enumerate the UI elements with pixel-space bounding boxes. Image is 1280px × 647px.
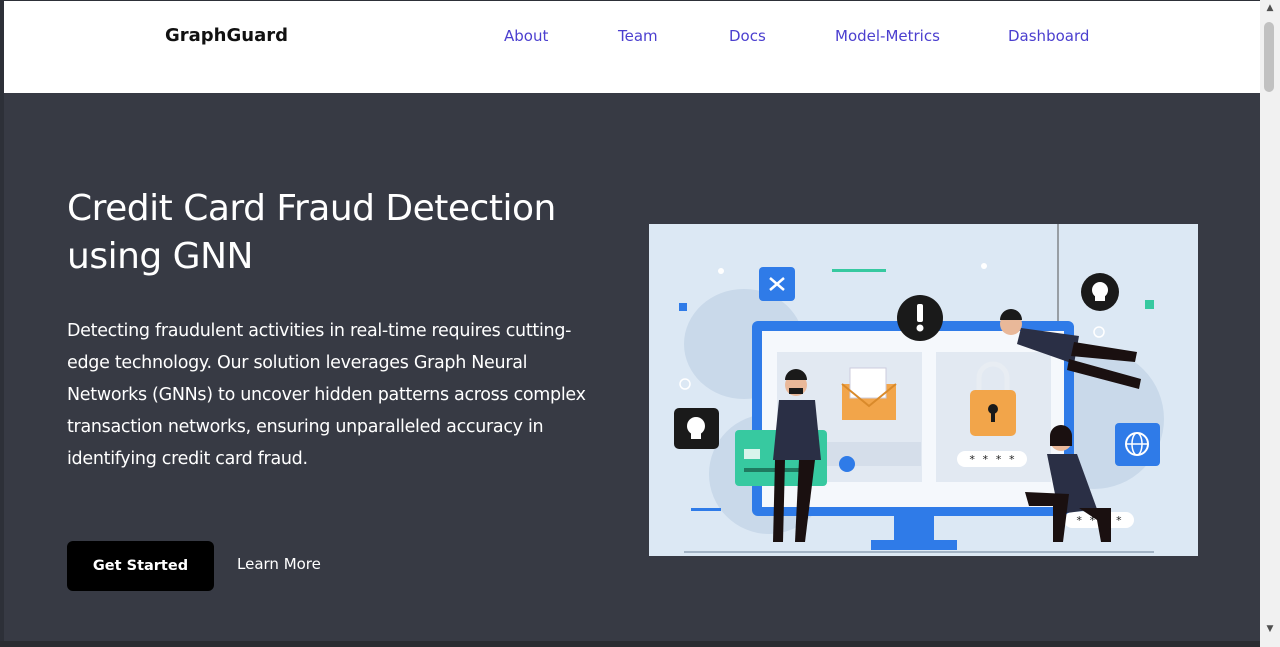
warning-glyph bbox=[917, 304, 923, 322]
decor-ring bbox=[679, 378, 691, 390]
nav-link-about[interactable]: About bbox=[504, 27, 548, 45]
card-chip bbox=[744, 449, 760, 459]
get-started-button[interactable]: Get Started bbox=[67, 541, 214, 591]
hero-section: Credit Card Fraud Detection using GNN De… bbox=[4, 93, 1260, 641]
nav-link-docs[interactable]: Docs bbox=[729, 27, 766, 45]
skull-jaw bbox=[1095, 295, 1105, 301]
page-bottom-edge bbox=[0, 641, 1260, 647]
decor-square bbox=[679, 303, 687, 311]
letter-paper bbox=[849, 367, 887, 399]
kneeling-hacker-hair bbox=[1050, 425, 1072, 446]
kneeling-hacker-leg bbox=[1025, 492, 1069, 542]
hacker-body bbox=[773, 400, 821, 460]
nav-link-model-metrics[interactable]: Model-Metrics bbox=[835, 27, 940, 45]
nav-link-dashboard[interactable]: Dashboard bbox=[1008, 27, 1089, 45]
scroll-up-icon[interactable]: ▲ bbox=[1260, 0, 1280, 16]
monitor-stand bbox=[871, 540, 957, 550]
flying-hacker-hair bbox=[1000, 309, 1022, 320]
brand-logo[interactable]: GraphGuard bbox=[165, 25, 288, 46]
vertical-scrollbar[interactable]: ▲ ▼ bbox=[1260, 0, 1280, 647]
password-mask-1: * * * * bbox=[969, 453, 1015, 466]
decor-square bbox=[1145, 300, 1154, 309]
hero-title: Credit Card Fraud Detection using GNN bbox=[67, 185, 627, 281]
fraud-illustration: * * * * * * * * bbox=[649, 224, 1198, 556]
warning-glyph-dot bbox=[916, 324, 924, 332]
hero-title-line-2: using GNN bbox=[67, 236, 253, 277]
navbar: GraphGuard About Team Docs Model-Metrics… bbox=[4, 1, 1260, 93]
illustration-svg: * * * * * * * * bbox=[674, 224, 1164, 553]
decor-line bbox=[691, 508, 721, 511]
nav-link-team[interactable]: Team bbox=[618, 27, 658, 45]
monitor-neck bbox=[894, 516, 934, 540]
learn-more-link[interactable]: Learn More bbox=[237, 555, 321, 573]
hacker-leg bbox=[773, 460, 785, 542]
hero-title-line-1: Credit Card Fraud Detection bbox=[67, 188, 556, 229]
browser-viewport: GraphGuard About Team Docs Model-Metrics… bbox=[0, 0, 1280, 647]
decor-dot bbox=[718, 268, 724, 274]
hacker-mask bbox=[789, 388, 803, 394]
decor-dot bbox=[981, 263, 987, 269]
scrollbar-thumb[interactable] bbox=[1264, 22, 1274, 92]
decor-ring bbox=[1093, 326, 1105, 338]
skull-jaw bbox=[691, 432, 701, 439]
screen-dot bbox=[839, 456, 855, 472]
decor-line bbox=[832, 269, 886, 272]
hero-description: Detecting fraudulent activities in real-… bbox=[67, 321, 586, 469]
card-number-line bbox=[744, 468, 804, 472]
scroll-down-icon[interactable]: ▼ bbox=[1260, 621, 1280, 637]
keyhole-slot bbox=[991, 410, 995, 422]
